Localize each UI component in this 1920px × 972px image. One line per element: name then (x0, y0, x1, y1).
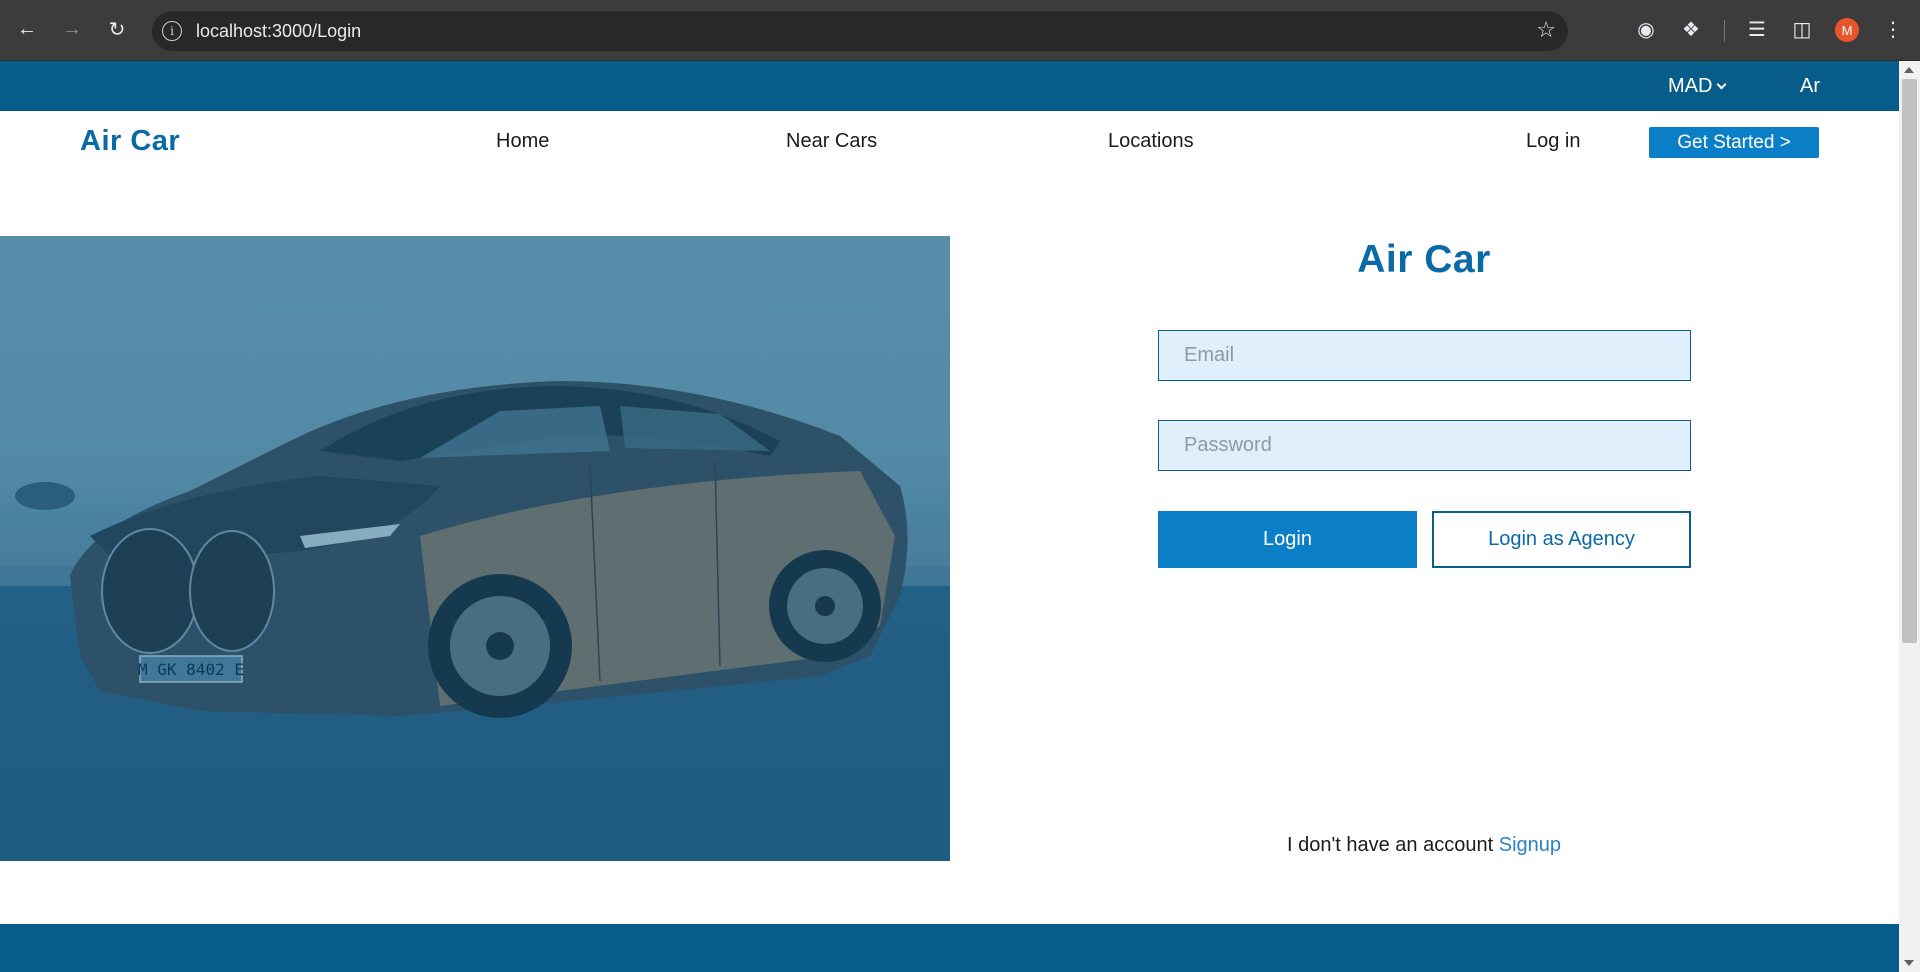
extension-icon[interactable]: ◉ (1633, 16, 1659, 42)
page-scrollbar[interactable] (1899, 61, 1920, 972)
back-icon[interactable]: ← (12, 14, 42, 44)
login-title: Air Car (1357, 238, 1491, 281)
forward-icon[interactable]: → (57, 14, 87, 44)
email-field[interactable] (1158, 330, 1691, 381)
scroll-thumb[interactable] (1902, 79, 1917, 643)
get-started-button[interactable]: Get Started > (1649, 127, 1819, 158)
currency-label: MAD (1668, 75, 1713, 97)
top-bar: MAD Ar (0, 61, 1899, 111)
main-navbar: Air Car Home Near Cars Locations Log in … (0, 111, 1899, 175)
car-illustration: M GK 8402 E (0, 236, 950, 861)
toolbar-divider (1724, 20, 1725, 42)
nav-link-near-cars[interactable]: Near Cars (786, 130, 877, 153)
url-text[interactable]: localhost:3000/Login (196, 21, 361, 42)
footer (0, 924, 1899, 972)
media-icon[interactable]: ☰ (1744, 16, 1770, 42)
login-as-agency-button[interactable]: Login as Agency (1432, 511, 1691, 568)
scroll-down-icon[interactable] (1904, 960, 1914, 966)
no-account-text: I don't have an account (1286, 834, 1494, 856)
signup-link[interactable]: Signup (1499, 834, 1561, 856)
side-panel-icon[interactable]: ◫ (1789, 16, 1815, 42)
language-selector[interactable]: Ar (1800, 75, 1820, 98)
login-panel: Air Car Login Login as Agency I don't ha… (1100, 236, 1748, 861)
nav-link-home[interactable]: Home (496, 130, 549, 153)
signup-prompt: I don't have an account Signup (1100, 834, 1748, 857)
page: MAD Ar Air Car Home Near Cars Locations … (0, 61, 1899, 972)
nav-link-login[interactable]: Log in (1526, 130, 1581, 153)
currency-selector[interactable]: MAD (1668, 75, 1727, 98)
profile-avatar[interactable]: M (1835, 18, 1859, 42)
reload-icon[interactable]: ↻ (102, 14, 132, 44)
address-bar[interactable]: i localhost:3000/Login ☆ (152, 11, 1568, 51)
bookmark-star-icon[interactable]: ☆ (1536, 17, 1556, 43)
login-button[interactable]: Login (1158, 511, 1417, 568)
brand-logo[interactable]: Air Car (80, 125, 180, 158)
menu-icon[interactable]: ⋮ (1880, 16, 1906, 42)
chevron-down-icon (1717, 79, 1727, 89)
password-field[interactable] (1158, 420, 1691, 471)
hero-car-image: M GK 8402 E (0, 236, 950, 861)
scroll-up-icon[interactable] (1904, 67, 1914, 73)
site-info-icon[interactable]: i (162, 21, 182, 41)
nav-link-locations[interactable]: Locations (1108, 130, 1194, 153)
puzzle-icon[interactable]: ❖ (1678, 16, 1704, 42)
browser-toolbar: ← → ↻ i localhost:3000/Login ☆ ◉ ❖ ☰ ◫ M… (0, 0, 1920, 61)
